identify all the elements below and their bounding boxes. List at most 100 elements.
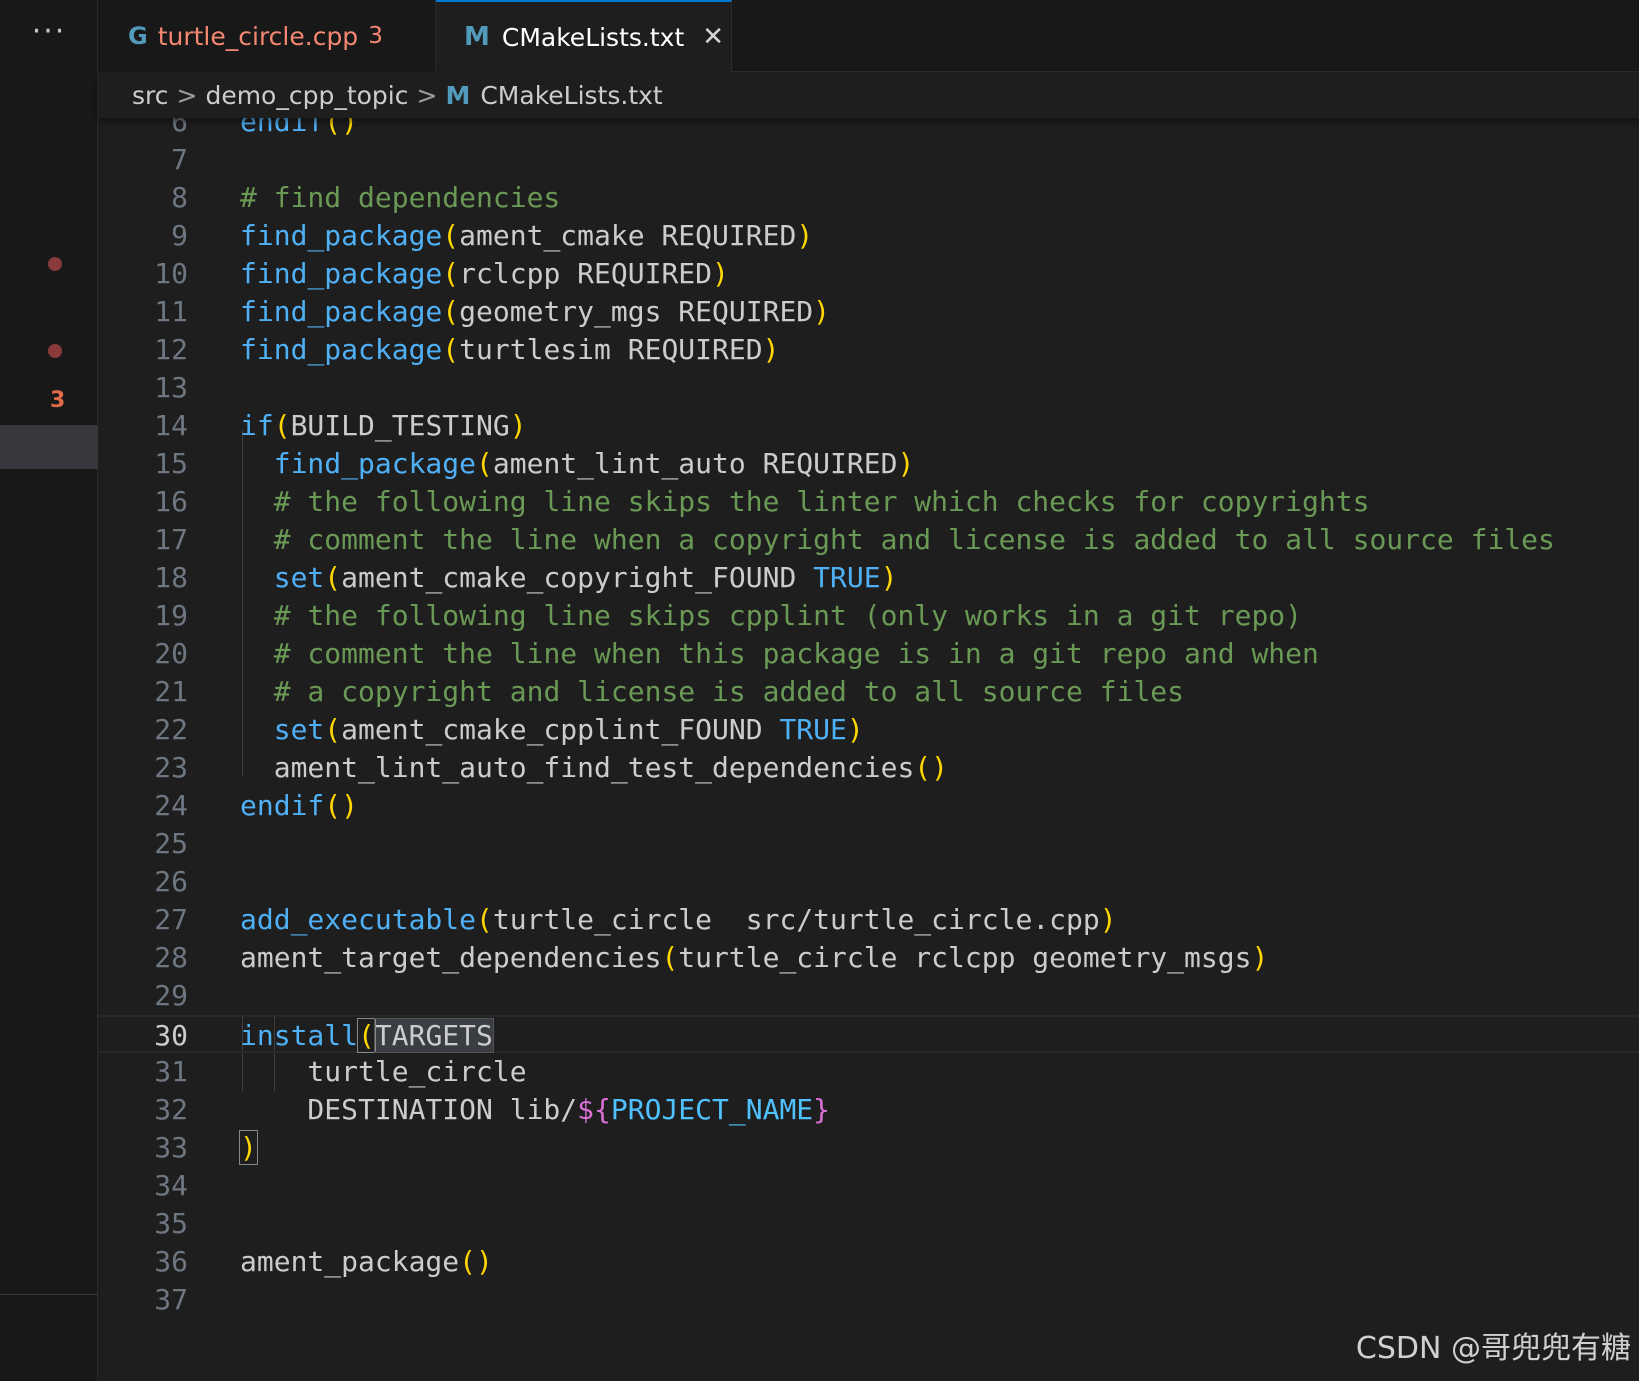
line-number: 14 <box>154 409 188 442</box>
code-text: # the following line skips the linter wh… <box>240 483 1370 521</box>
code-token: BUILD_TESTING <box>290 409 510 442</box>
selected-sidebar-item[interactable] <box>0 425 98 469</box>
code-line[interactable]: 18 set(ament_cmake_copyright_FOUND TRUE) <box>98 559 1639 597</box>
code-line[interactable]: 26 <box>98 863 1639 901</box>
breakpoint-dot-icon[interactable] <box>48 257 62 271</box>
code-line[interactable]: 10 find_package(rclcpp REQUIRED) <box>98 255 1639 293</box>
code-token: turtlesim REQUIRED <box>459 333 763 366</box>
line-number: 37 <box>154 1283 188 1316</box>
code-token: ament_cmake REQUIRED <box>459 219 797 252</box>
divider <box>0 1294 98 1295</box>
breakpoint-dot-icon[interactable] <box>48 344 62 358</box>
code-token: ) <box>796 219 814 252</box>
code-token: ament_cmake_copyright_FOUND <box>341 561 814 594</box>
code-line[interactable]: 17 # comment the line when a copyright a… <box>98 521 1639 559</box>
code-line[interactable]: 36 ament_package() <box>98 1243 1639 1281</box>
code-line[interactable]: 27 add_executable(turtle_circle src/turtl… <box>98 901 1639 939</box>
close-icon[interactable]: ✕ <box>702 22 724 52</box>
code-line[interactable]: 32 DESTINATION lib/${PROJECT_NAME} <box>98 1091 1639 1129</box>
code-text: install(TARGETS <box>240 1017 494 1055</box>
code-line[interactable]: 34 <box>98 1167 1639 1205</box>
code-line[interactable]: 21 # a copyright and license is added to… <box>98 673 1639 711</box>
code-line[interactable]: 23 ament_lint_auto_find_test_dependencie… <box>98 749 1639 787</box>
cmake-file-icon: M <box>445 80 471 110</box>
code-token: find_package <box>240 219 443 252</box>
code-token: geometry_mgs REQUIRED <box>459 295 814 328</box>
more-actions-icon[interactable]: ··· <box>0 14 98 49</box>
code-line[interactable]: 28 ament_target_dependencies(turtle_circl… <box>98 939 1639 977</box>
code-token: ( <box>442 257 460 290</box>
line-number: 19 <box>154 599 188 632</box>
code-line[interactable]: 14 if(BUILD_TESTING) <box>98 407 1639 445</box>
line-number: 25 <box>154 827 188 860</box>
code-line[interactable]: 33) <box>98 1129 1639 1167</box>
code-line[interactable]: 11 find_package(geometry_mgs REQUIRED) <box>98 293 1639 331</box>
code-token: ( <box>476 903 493 936</box>
breadcrumb-item-folder[interactable]: demo_cpp_topic <box>205 81 408 110</box>
tab-label: turtle_circle.cpp <box>157 21 359 51</box>
line-number: 20 <box>154 637 188 670</box>
line-number: 33 <box>154 1131 188 1164</box>
line-number: 32 <box>154 1093 188 1126</box>
code-line[interactable]: 22 set(ament_cmake_cpplint_FOUND TRUE) <box>98 711 1639 749</box>
code-line[interactable]: 25 <box>98 825 1639 863</box>
code-text: ament_lint_auto_find_test_dependencies() <box>240 749 948 787</box>
code-token: ( <box>442 295 460 328</box>
problem-count-badge: 3 <box>50 388 66 413</box>
code-token: ) <box>1099 903 1117 936</box>
tab-turtle-circle-cpp[interactable]: G turtle_circle.cpp 3 <box>98 0 436 72</box>
code-token: ) <box>1251 941 1269 974</box>
code-token: ( <box>324 561 342 594</box>
tab-cmakelists[interactable]: M CMakeLists.txt ✕ <box>436 0 732 72</box>
code-line[interactable]: 31 turtle_circle <box>98 1053 1639 1091</box>
code-token: turtle_circle <box>240 1055 527 1088</box>
line-number: 22 <box>154 713 188 746</box>
breadcrumb-item-src[interactable]: src <box>132 81 169 110</box>
code-token: endif <box>240 118 325 138</box>
code-token: rclcpp REQUIRED <box>459 257 713 290</box>
code-line[interactable]: 8 # find dependencies <box>98 179 1639 217</box>
code-token: turtle_circle rclcpp geometry_msgs <box>678 941 1252 974</box>
code-line[interactable]: 29 <box>98 977 1639 1015</box>
code-line[interactable]: 37 <box>98 1281 1639 1319</box>
code-line[interactable]: 24 endif() <box>98 787 1639 825</box>
code-line[interactable]: 16 # the following line skips the linter… <box>98 483 1639 521</box>
code-token: ( <box>476 447 493 480</box>
code-line[interactable]: 13 <box>98 369 1639 407</box>
code-token: # a copyright and license is added to al… <box>273 675 1185 708</box>
code-token: () <box>324 118 359 138</box>
line-number: 16 <box>154 485 188 518</box>
code-token: if <box>240 409 274 442</box>
code-line[interactable]: 15 find_package(ament_lint_auto REQUIRED… <box>98 445 1639 483</box>
code-editor[interactable]: 6 endif() 7 8 # find dependencies 9 find_packa… <box>98 118 1639 1381</box>
line-number: 17 <box>154 523 188 556</box>
code-line[interactable]: 35 <box>98 1205 1639 1243</box>
line-number: 31 <box>154 1055 188 1088</box>
code-token: find_package <box>240 257 443 290</box>
code-line[interactable]: 20 # comment the line when this package … <box>98 635 1639 673</box>
line-number: 35 <box>154 1207 188 1240</box>
tab-label: CMakeLists.txt <box>501 22 685 52</box>
code-text: endif() <box>240 787 358 825</box>
code-text: find_package(turtlesim REQUIRED) <box>240 331 779 369</box>
code-token: ) <box>813 295 831 328</box>
code-line[interactable]: 12 find_package(turtlesim REQUIRED) <box>98 331 1639 369</box>
line-number: 13 <box>154 371 188 404</box>
code-token: PROJECT_NAME <box>610 1093 814 1126</box>
breadcrumb-item-file[interactable]: CMakeLists.txt <box>480 81 662 110</box>
code-token: TRUE <box>813 561 881 594</box>
code-token: ) <box>712 257 729 290</box>
line-number: 30 <box>154 1019 188 1052</box>
code-line[interactable]: 6 endif() <box>98 118 1639 141</box>
code-token: ( <box>442 333 460 366</box>
code-line[interactable]: 19 # the following line skips cpplint (o… <box>98 597 1639 635</box>
code-text: set(ament_cmake_copyright_FOUND TRUE) <box>240 559 898 597</box>
code-line[interactable]: 9 find_package(ament_cmake REQUIRED) <box>98 217 1639 255</box>
code-token: ( <box>324 713 342 746</box>
code-line[interactable]: 7 <box>98 141 1639 179</box>
code-token: () <box>324 789 359 822</box>
code-line[interactable]: 30 install(TARGETS <box>98 1015 1639 1053</box>
